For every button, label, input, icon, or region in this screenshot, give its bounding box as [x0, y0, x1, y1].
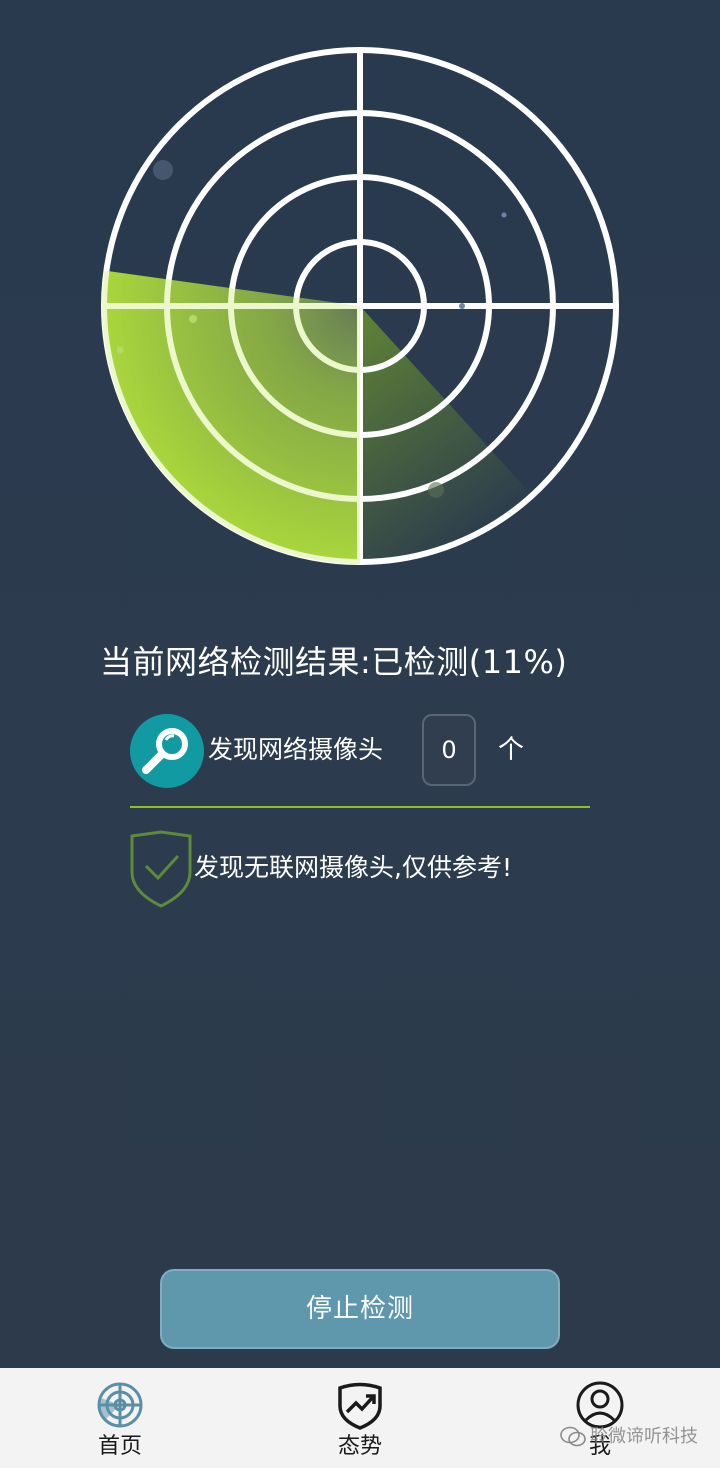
camera-count-unit: 个 — [498, 735, 525, 765]
stop-scan-button[interactable]: 停止检测 — [160, 1269, 560, 1349]
nav-item-trend[interactable]: 态势 — [300, 1368, 420, 1468]
radar-blip — [459, 303, 465, 309]
trend-shield-icon — [338, 1382, 382, 1430]
section-divider — [130, 806, 590, 808]
radar-scanner — [101, 47, 619, 565]
offline-camera-notice: 发现无联网摄像头,仅供参考! — [128, 826, 608, 910]
scan-status-text: 当前网络检测结果:已检测(11%) — [100, 643, 568, 681]
network-camera-label: 发现网络摄像头 — [208, 735, 384, 764]
radar-blip — [501, 212, 507, 218]
radar-blip — [428, 482, 444, 498]
radar-blip — [116, 346, 124, 354]
radar-blip — [189, 315, 197, 323]
nav-item-home[interactable]: 首页 — [60, 1368, 180, 1468]
magnifier-icon — [130, 714, 204, 788]
watermark-text: 聆微谛听科技 — [590, 1426, 698, 1447]
radar-icon — [97, 1382, 143, 1428]
wechat-icon — [560, 1426, 586, 1447]
radar-blip — [153, 160, 173, 180]
nav-label-trend: 态势 — [337, 1434, 382, 1459]
notice-text: 发现无联网摄像头,仅供参考! — [194, 853, 512, 882]
shield-check-icon — [130, 830, 192, 908]
camera-count: 0 — [422, 714, 476, 786]
radar-sweep-tail — [360, 306, 540, 564]
network-camera-row: 发现网络摄像头 0 个 — [130, 712, 590, 792]
nav-label-home: 首页 — [97, 1434, 142, 1459]
scan-screen: 当前网络检测结果:已检测(11%) 发现网络摄像头 0 个 发现无联网摄像头,仅… — [0, 0, 720, 1468]
watermark: 聆微谛听科技 — [560, 1420, 710, 1454]
